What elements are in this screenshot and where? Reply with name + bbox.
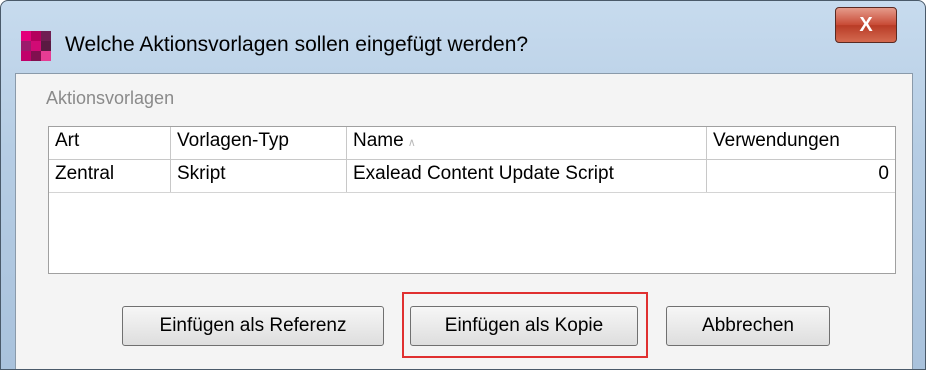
- table-row[interactable]: Zentral Skript Exalead Content Update Sc…: [49, 160, 895, 193]
- cell-verwendungen: 0: [878, 163, 889, 184]
- column-header-name-label: Name: [353, 130, 404, 151]
- cell-vorlagen-typ: Skript: [171, 160, 347, 192]
- sort-ascending-icon: ∧: [407, 137, 416, 149]
- dialog-content: Aktionsvorlagen Art Vorlagen-Typ Name ∧ V…: [15, 73, 913, 369]
- window-title: Welche Aktionsvorlagen sollen eingefügt …: [65, 33, 529, 56]
- cancel-button[interactable]: Abbrechen: [666, 306, 830, 346]
- column-header-name[interactable]: Name ∧: [347, 127, 707, 159]
- insert-as-reference-button[interactable]: Einfügen als Referenz: [122, 306, 384, 346]
- column-header-verwendungen[interactable]: Verwendungen: [707, 127, 895, 159]
- close-icon: X: [859, 14, 873, 36]
- cell-art: Zentral: [49, 160, 171, 192]
- templates-table: Art Vorlagen-Typ Name ∧ Verwendungen Zent…: [48, 126, 896, 274]
- app-icon: [21, 31, 51, 61]
- column-header-art[interactable]: Art: [49, 127, 171, 159]
- table-header: Art Vorlagen-Typ Name ∧ Verwendungen: [49, 127, 895, 160]
- close-button[interactable]: X: [835, 7, 897, 43]
- cell-name: Exalead Content Update Script: [347, 160, 707, 192]
- group-label: Aktionsvorlagen: [46, 88, 175, 108]
- column-header-vorlagen-typ[interactable]: Vorlagen-Typ: [171, 127, 347, 159]
- dialog-window: Welche Aktionsvorlagen sollen eingefügt …: [0, 0, 926, 370]
- insert-as-copy-button[interactable]: Einfügen als Kopie: [410, 306, 638, 346]
